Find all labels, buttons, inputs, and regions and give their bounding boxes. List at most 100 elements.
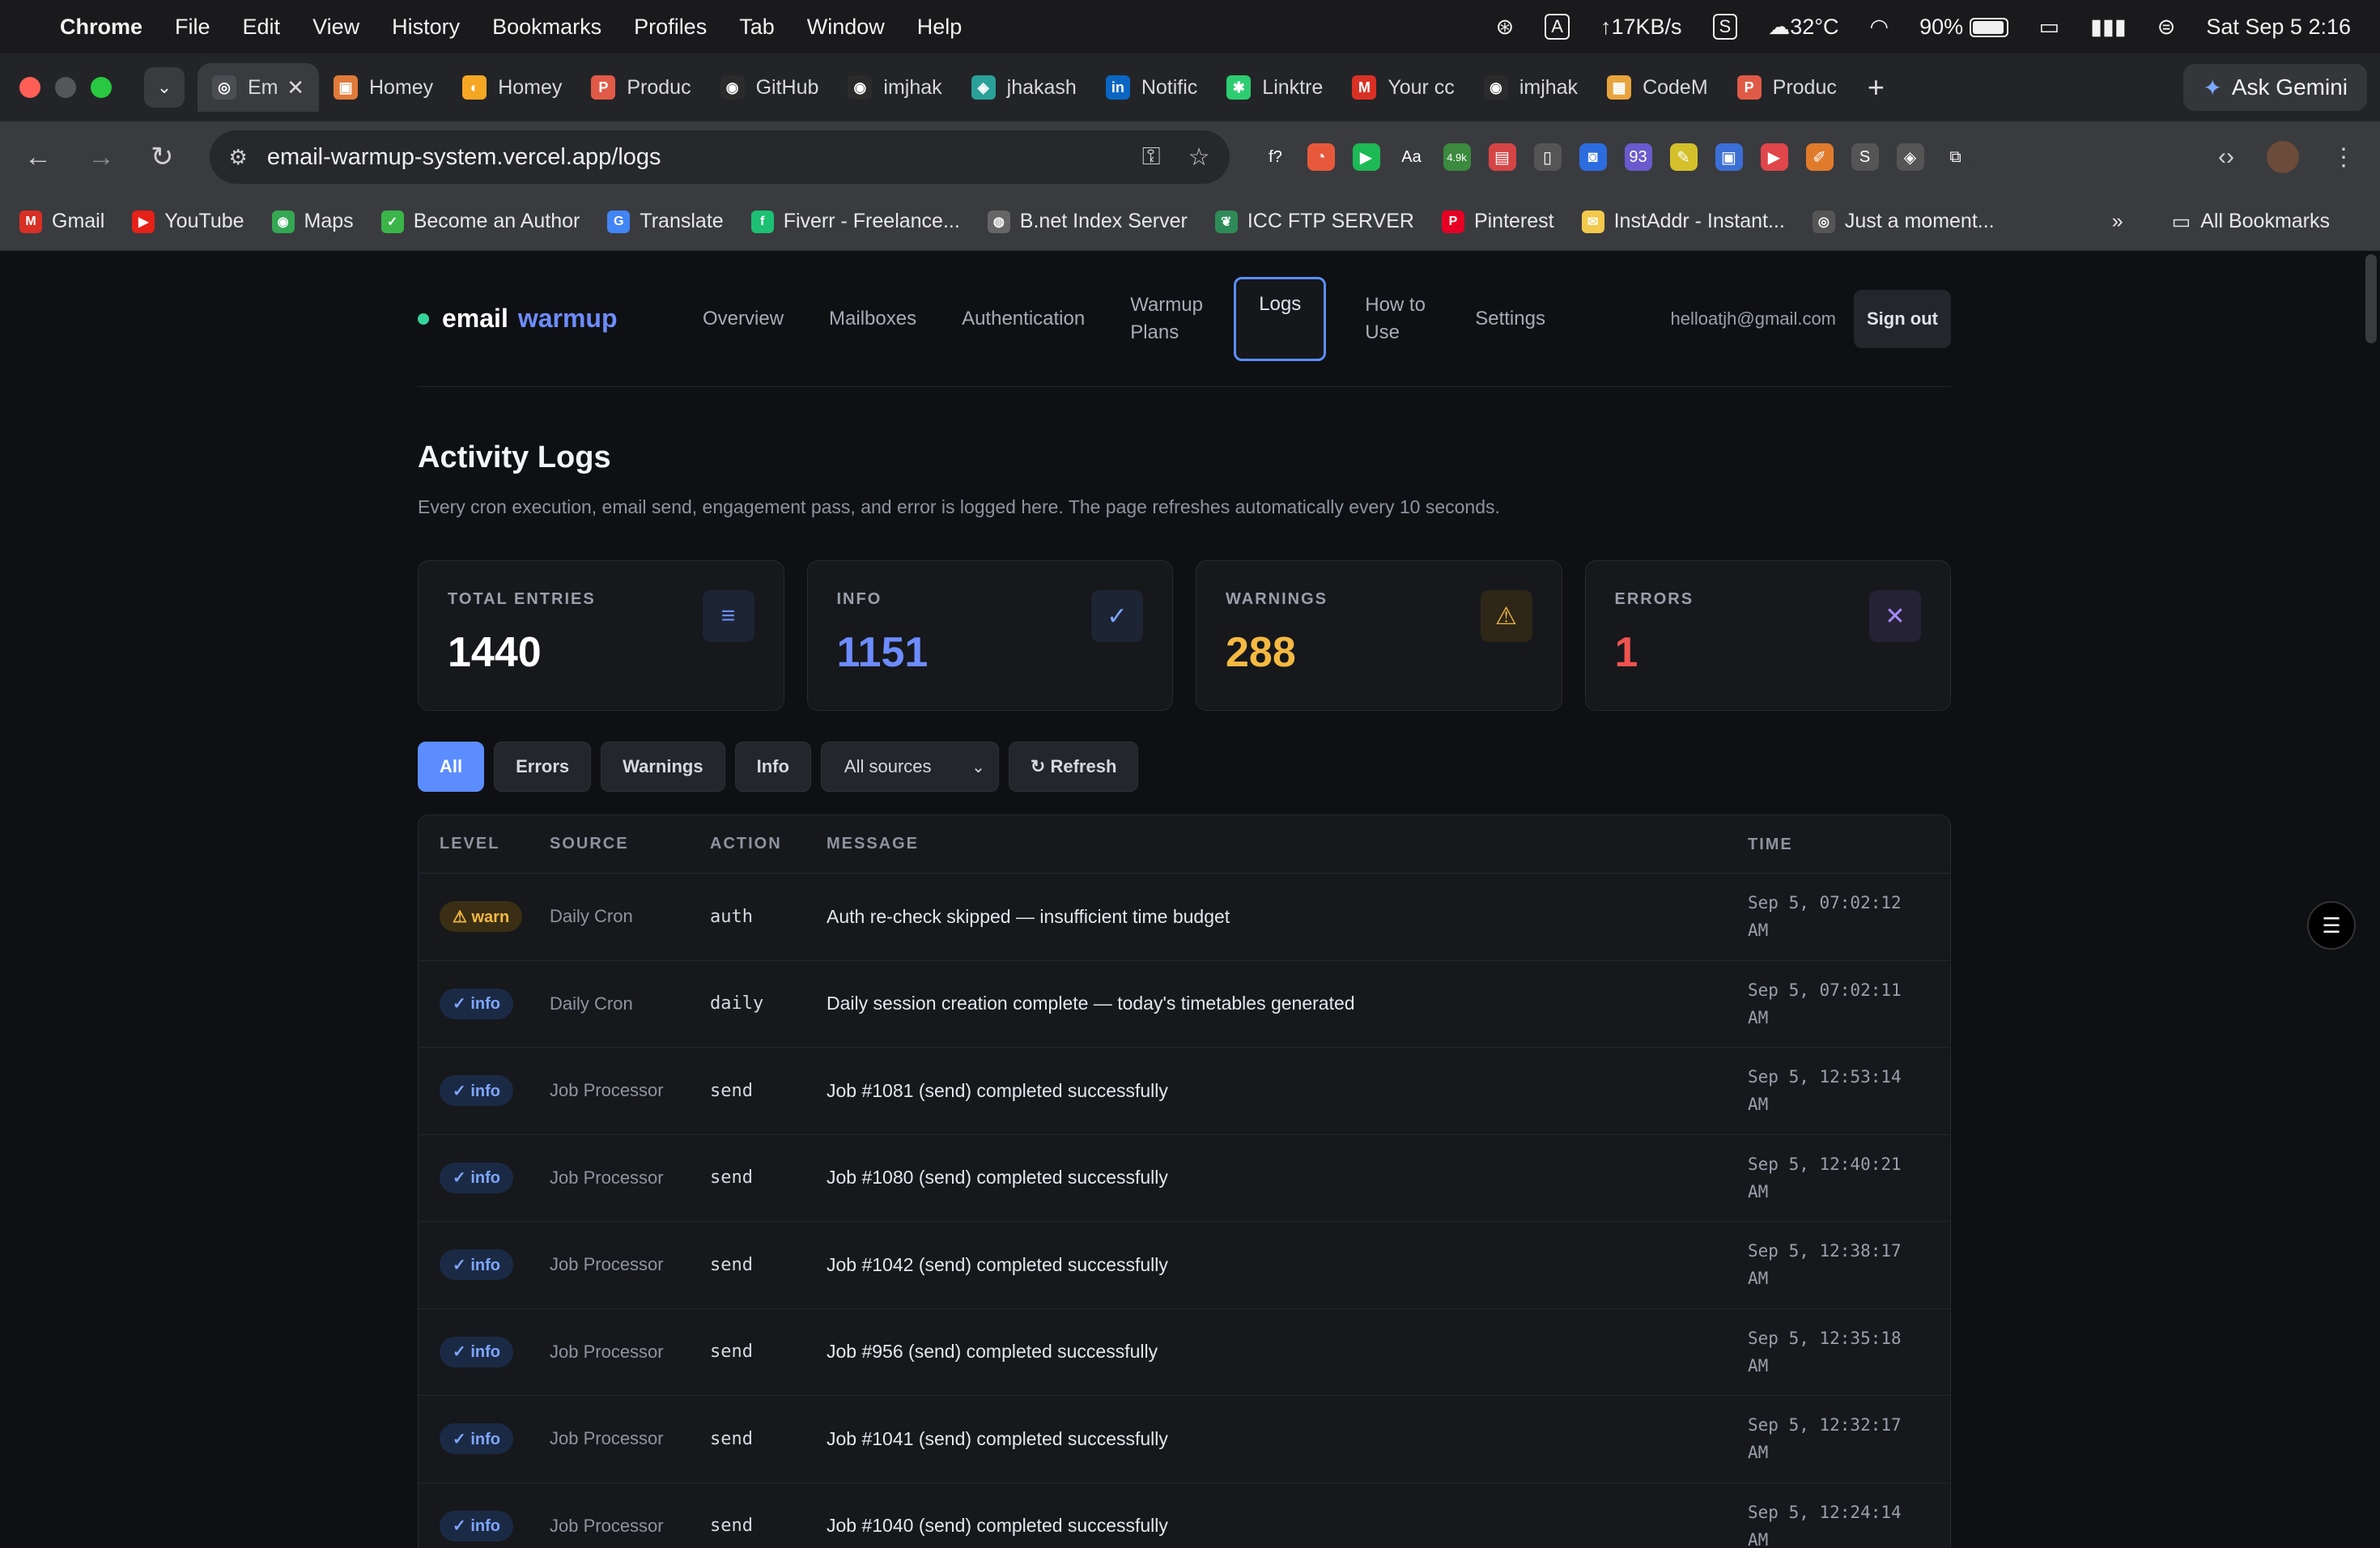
- address-url[interactable]: email-warmup-system.vercel.app/logs: [267, 144, 661, 171]
- browser-tab[interactable]: ◉ imjhak: [833, 63, 956, 112]
- menu-profiles[interactable]: Profiles: [634, 15, 707, 40]
- browser-tab[interactable]: P Produc: [576, 63, 705, 112]
- browser-tab[interactable]: ✱ Linktre: [1212, 63, 1337, 112]
- address-bar[interactable]: ⚙ email-warmup-system.vercel.app/logs ⚿ …: [209, 130, 1230, 184]
- page-scrollbar[interactable]: [2365, 254, 2377, 343]
- refresh-button[interactable]: ↻ Refresh: [1008, 742, 1139, 792]
- extension-icon[interactable]: ✐: [1805, 143, 1834, 171]
- extension-icon[interactable]: ▣: [1715, 143, 1743, 171]
- bookmark-item[interactable]: ◍ B.net Index Server: [987, 210, 1188, 233]
- extension-icon[interactable]: f?: [1261, 143, 1290, 171]
- site-info-icon[interactable]: ⚙: [229, 145, 248, 170]
- browser-tab[interactable]: ▦ CodeM: [1592, 63, 1723, 112]
- menu-window[interactable]: Window: [807, 15, 885, 40]
- table-row[interactable]: ✓ info Job Processor send Job #1041 (send) …: [419, 1396, 1950, 1483]
- app-brand[interactable]: email warmup: [418, 304, 680, 334]
- menu-history[interactable]: History: [392, 15, 460, 40]
- menu-edit[interactable]: Edit: [243, 15, 281, 40]
- browser-tab[interactable]: ▣ Homey: [319, 63, 448, 112]
- bookmark-item[interactable]: P Pinterest: [1441, 210, 1554, 233]
- chrome-menu-icon[interactable]: ⋮: [2331, 143, 2356, 172]
- bookmark-item[interactable]: ❦ ICC FTP SERVER: [1214, 210, 1414, 233]
- table-row[interactable]: ✓ info Daily Cron daily Daily session creat…: [419, 961, 1950, 1048]
- extension-icon[interactable]: 4.9k: [1443, 143, 1471, 171]
- all-bookmarks-button[interactable]: ▭ All Bookmarks: [2172, 210, 2330, 234]
- nav-warmup-plans[interactable]: Warmup Plans: [1107, 280, 1218, 358]
- filter-warnings-button[interactable]: Warnings: [601, 742, 725, 792]
- browser-tab[interactable]: ◐ Homey: [448, 63, 576, 112]
- ask-gemini-button[interactable]: ✦ Ask Gemini: [2183, 64, 2367, 111]
- bookmark-item[interactable]: ▶ YouTube: [132, 210, 244, 233]
- display-icon[interactable]: ▭: [2039, 15, 2060, 40]
- extension-icon[interactable]: ▯: [1533, 143, 1562, 171]
- minimize-window-button[interactable]: [55, 77, 76, 98]
- extension-icon[interactable]: 93: [1624, 143, 1652, 171]
- tab-search-button[interactable]: ⌄: [144, 67, 185, 108]
- chatgpt-icon[interactable]: ⊛: [1496, 15, 1515, 40]
- extension-icon[interactable]: ◔: [1307, 143, 1335, 171]
- tab-close-icon[interactable]: ✕: [287, 75, 304, 100]
- control-center-icon[interactable]: ⊜: [2157, 15, 2176, 40]
- menu-tab[interactable]: Tab: [739, 15, 775, 40]
- profile-avatar[interactable]: [2267, 141, 2299, 173]
- extension-icon[interactable]: ▶: [1352, 143, 1380, 171]
- nav-authentication[interactable]: Authentication: [939, 294, 1107, 344]
- zoom-window-button[interactable]: [91, 77, 112, 98]
- devtools-code-icon[interactable]: ‹›: [2218, 143, 2234, 171]
- menu-clock[interactable]: Sat Sep 5 2:16: [2206, 15, 2351, 40]
- browser-tab[interactable]: ◎ Em ✕: [198, 63, 319, 112]
- source-select[interactable]: All sources ⌄: [820, 742, 999, 792]
- browser-tab[interactable]: ◈ jhakash: [957, 63, 1091, 112]
- close-window-button[interactable]: [19, 77, 40, 98]
- new-tab-button[interactable]: +: [1868, 70, 1885, 104]
- bookmark-star-icon[interactable]: ☆: [1188, 143, 1210, 172]
- nav-mailboxes[interactable]: Mailboxes: [806, 294, 939, 344]
- nav-settings[interactable]: Settings: [1452, 294, 1568, 344]
- table-row[interactable]: ✓ info Job Processor send Job #1040 (send) …: [419, 1483, 1950, 1548]
- extension-icon[interactable]: ✎: [1669, 143, 1698, 171]
- extension-icon[interactable]: ◙: [1579, 143, 1607, 171]
- floating-sidebar-button[interactable]: ☰: [2307, 901, 2356, 950]
- table-row[interactable]: ✓ info Job Processor send Job #1042 (send) …: [419, 1222, 1950, 1309]
- password-key-icon[interactable]: ⚿: [1142, 143, 1161, 172]
- nav-overview[interactable]: Overview: [680, 294, 806, 344]
- bookmarks-overflow-icon[interactable]: »: [2112, 210, 2123, 233]
- filter-all-button[interactable]: All: [418, 742, 485, 792]
- table-row[interactable]: ✓ info Job Processor send Job #1081 (send) …: [419, 1048, 1950, 1135]
- extension-icon[interactable]: ◈: [1896, 143, 1924, 171]
- network-speed[interactable]: ↑17KB/s: [1600, 15, 1682, 40]
- extension-icon[interactable]: Aa: [1397, 143, 1426, 171]
- browser-tab[interactable]: ◉ GitHub: [706, 63, 834, 112]
- bookmark-item[interactable]: M Gmail: [19, 210, 104, 233]
- menu-file[interactable]: File: [175, 15, 210, 40]
- menu-help[interactable]: Help: [917, 15, 963, 40]
- bookmark-item[interactable]: f Fiverr - Freelance...: [750, 210, 960, 233]
- nav-logs[interactable]: Logs: [1234, 276, 1327, 361]
- table-row[interactable]: ✓ info Job Processor send Job #956 (send) c…: [419, 1309, 1950, 1396]
- input-source-icon[interactable]: A: [1545, 14, 1570, 40]
- extension-icon[interactable]: S: [1851, 143, 1879, 171]
- bookmark-item[interactable]: ◎ Just a moment...: [1812, 210, 1995, 233]
- weather-status[interactable]: ☁32°C: [1768, 15, 1838, 40]
- filter-errors-button[interactable]: Errors: [494, 742, 592, 792]
- sign-out-button[interactable]: Sign out: [1854, 289, 1951, 348]
- filter-info-button[interactable]: Info: [734, 742, 811, 792]
- nav-how-to-use[interactable]: How to Use: [1342, 280, 1452, 358]
- browser-tab[interactable]: M Your cc: [1337, 63, 1468, 112]
- s-app-icon[interactable]: S: [1712, 14, 1738, 40]
- bookmark-item[interactable]: ✓ Become an Author: [380, 210, 580, 233]
- browser-tab[interactable]: ◉ imjhak: [1469, 63, 1592, 112]
- bookmark-item[interactable]: ◉ Maps: [271, 210, 354, 233]
- battery-status[interactable]: 90%: [1919, 15, 2008, 40]
- bookmark-item[interactable]: G Translate: [607, 210, 724, 233]
- table-row[interactable]: ✓ info Job Processor send Job #1080 (send) …: [419, 1135, 1950, 1222]
- browser-tab[interactable]: P Produc: [1723, 63, 1851, 112]
- extension-icon[interactable]: ▤: [1488, 143, 1516, 171]
- menu-view[interactable]: View: [312, 15, 359, 40]
- reload-button[interactable]: ↻: [151, 141, 174, 173]
- forward-button[interactable]: →: [87, 142, 115, 173]
- menu-app-name[interactable]: Chrome: [60, 15, 142, 40]
- extension-icon[interactable]: ▶: [1760, 143, 1788, 171]
- audio-bars-icon[interactable]: ▮▮▮: [2090, 15, 2127, 40]
- bookmark-item[interactable]: ✉ InstAddr - Instant...: [1581, 210, 1785, 233]
